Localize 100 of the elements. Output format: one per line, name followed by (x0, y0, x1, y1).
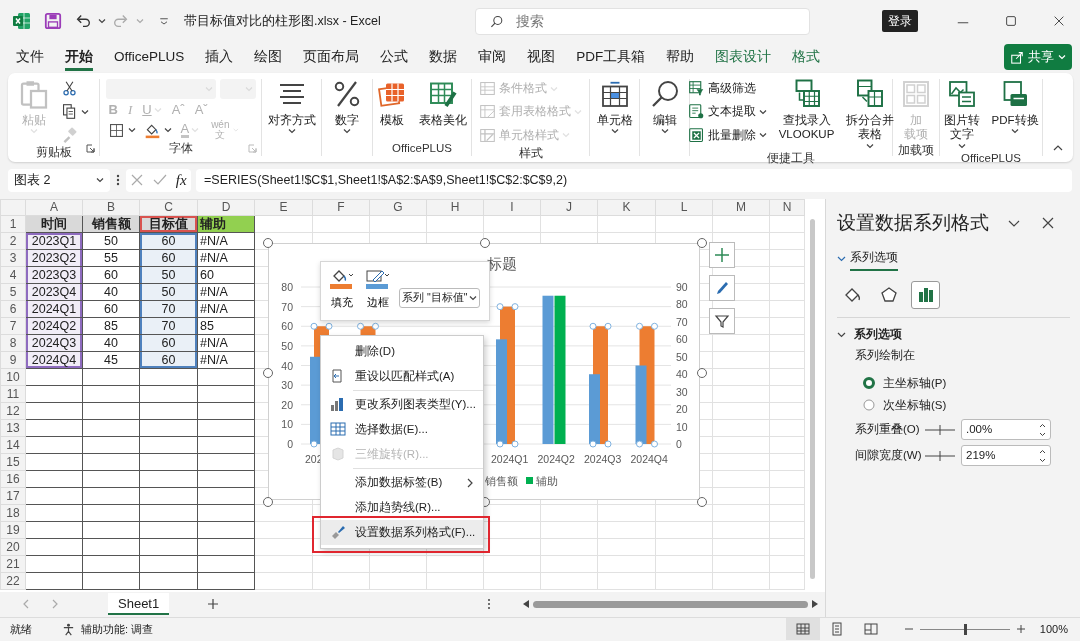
selection-handle[interactable] (310, 322, 318, 330)
ribbon-button[interactable]: 文本提取 (685, 102, 769, 122)
close-icon[interactable] (1041, 215, 1055, 230)
column-header[interactable]: B (82, 199, 140, 216)
menu-tab[interactable]: 插入 (205, 42, 234, 72)
selection-handle[interactable] (604, 440, 612, 448)
confirm-icon[interactable] (153, 173, 168, 187)
ribbon-button[interactable]: 模板 (375, 79, 409, 140)
horizontal-scrollbar[interactable] (523, 600, 819, 608)
selection-handle[interactable] (636, 440, 643, 448)
menu-item[interactable]: 添加数据标签(B) (321, 470, 483, 495)
column-header[interactable]: C (139, 199, 198, 216)
selection-handle[interactable] (589, 440, 597, 448)
chevron-down-icon[interactable] (837, 330, 846, 340)
column-header[interactable]: F (312, 199, 370, 216)
sheet-tab[interactable]: Sheet1 (108, 592, 170, 616)
selection-handle[interactable] (651, 322, 658, 330)
ribbon-button[interactable]: 单元格 (594, 79, 635, 140)
menu-tab[interactable]: 绘图 (254, 42, 283, 72)
ribbon-button[interactable]: PDF转换 (989, 79, 1041, 150)
column-header[interactable]: D (197, 199, 255, 216)
column-header[interactable]: K (597, 199, 656, 216)
resize-handle[interactable] (480, 238, 490, 248)
column-header[interactable]: J (540, 199, 598, 216)
slider-icon[interactable] (925, 424, 955, 435)
menu-tab[interactable]: 视图 (527, 42, 556, 72)
ribbon-button[interactable]: 图片转 文字 (941, 79, 982, 150)
menu-tab[interactable]: 审阅 (478, 42, 507, 72)
more-icon[interactable] (115, 172, 121, 188)
menu-tab[interactable]: 文件 (16, 42, 44, 72)
selection-handle[interactable] (372, 322, 379, 330)
resize-handle[interactable] (263, 497, 273, 507)
style-button[interactable] (709, 275, 735, 301)
customize-icon[interactable] (158, 15, 170, 27)
menu-item[interactable]: 设置数据系列格式(F)... (321, 520, 483, 545)
ribbon-button[interactable]: 对齐方式 (265, 79, 318, 140)
selection-handle[interactable] (511, 303, 519, 311)
maximize-icon[interactable] (1004, 14, 1018, 28)
selection-handle[interactable] (636, 322, 643, 330)
menu-tab[interactable]: OfficePLUS (114, 42, 185, 72)
resize-handle[interactable] (697, 367, 707, 378)
menu-tab[interactable]: 公式 (380, 42, 409, 72)
selection-handle[interactable] (496, 440, 504, 448)
ribbon-button[interactable]: 拆分合并 表格 (844, 79, 897, 150)
status-text[interactable]: 辅助功能: 调查 (81, 620, 154, 638)
menu-tab[interactable]: 帮助 (666, 42, 695, 72)
resize-handle[interactable] (697, 238, 707, 248)
selection-handle[interactable] (589, 322, 597, 330)
formula-field[interactable]: =SERIES(Sheet1!$C$1,Sheet1!$A$2:$A$9,Sheet1!$C$2:$C$9,2) (196, 168, 1072, 192)
fill-button[interactable]: 填充 (327, 268, 357, 311)
menu-item[interactable]: 删除(D) (321, 339, 483, 364)
column-header[interactable]: L (655, 199, 713, 216)
selection-handle[interactable] (325, 322, 333, 330)
radio-option[interactable]: 次坐标轴(S) (863, 396, 1080, 414)
border-button[interactable]: 边框 (363, 268, 393, 311)
column-header[interactable]: E (254, 199, 313, 216)
menu-tab[interactable]: 数据 (429, 42, 458, 72)
add-sheet-icon[interactable] (207, 598, 220, 610)
save-icon[interactable] (44, 12, 62, 30)
column-header[interactable]: M (712, 199, 770, 216)
menu-tab[interactable]: 格式 (792, 42, 821, 72)
accessibility-icon[interactable] (62, 622, 75, 636)
column-header[interactable]: N (769, 199, 805, 216)
redo-icon[interactable] (112, 12, 130, 30)
spin-field[interactable]: 219% (961, 445, 1051, 466)
next-sheet-icon[interactable] (50, 599, 60, 609)
selection-handle[interactable] (357, 322, 364, 330)
series-dropdown[interactable]: 系列 "目标值" (399, 288, 481, 308)
name-box[interactable]: 图表 2 (8, 168, 110, 192)
selection-handle[interactable] (496, 303, 504, 311)
menu-tab[interactable]: 开始 (65, 42, 93, 72)
share-button[interactable]: 共享 (1004, 44, 1072, 70)
ribbon-button[interactable]: 表格美化 (417, 79, 469, 140)
selection-handle[interactable] (511, 440, 519, 448)
resize-handle[interactable] (697, 497, 707, 507)
column-header[interactable]: H (426, 199, 484, 216)
ribbon-button[interactable]: 数字 (330, 79, 364, 140)
cancel-icon[interactable] (130, 173, 145, 187)
chart-bar[interactable] (554, 295, 566, 444)
menu-item[interactable]: 更改系列图表类型(Y)... (321, 392, 483, 417)
selection-handle[interactable] (604, 322, 612, 330)
zoom-level[interactable]: 100% (1039, 620, 1068, 638)
column-header[interactable]: I (483, 199, 541, 216)
chart-bar[interactable] (542, 295, 554, 444)
resize-handle[interactable] (263, 238, 273, 248)
ribbon-button[interactable]: 查找录入 VLOOKUP (776, 79, 837, 150)
more-icon[interactable] (487, 598, 492, 610)
chart-bar[interactable] (635, 365, 647, 444)
radio-option[interactable]: 主坐标轴(P) (863, 374, 1080, 392)
column-header[interactable]: A (25, 199, 83, 216)
pane-icon-tab[interactable] (911, 281, 940, 309)
selection-handle[interactable] (310, 440, 318, 448)
search-field[interactable]: 搜索 (474, 7, 810, 35)
view-button[interactable] (785, 618, 820, 640)
filter-button[interactable] (709, 308, 735, 334)
menu-tab[interactable]: 图表设计 (715, 42, 772, 72)
add-element-button[interactable] (709, 242, 735, 268)
menu-tab[interactable]: PDF工具箱 (576, 42, 646, 72)
menu-item[interactable]: 重设以匹配样式(A) (321, 364, 483, 389)
close-icon[interactable] (1052, 14, 1066, 28)
